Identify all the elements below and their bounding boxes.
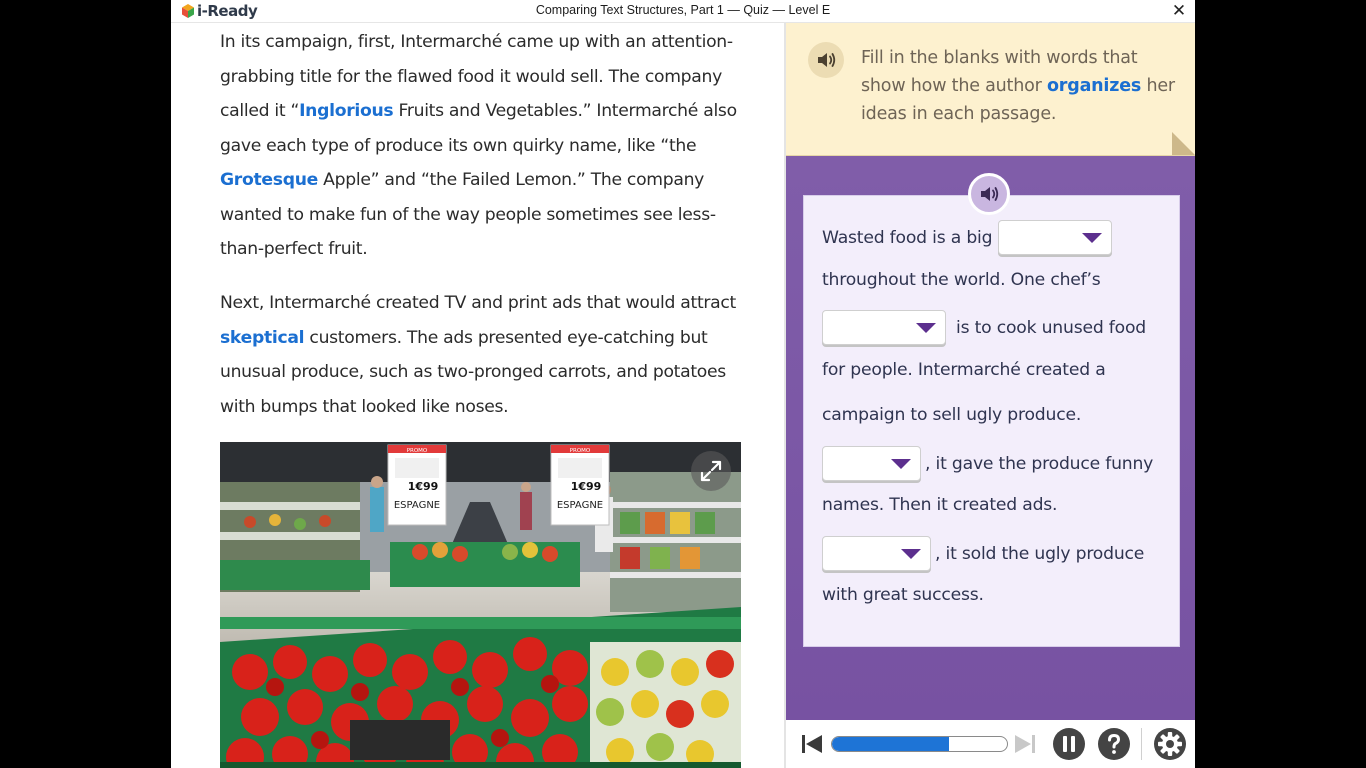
sign-promo-text: PROMO bbox=[570, 448, 591, 454]
expand-image-button[interactable] bbox=[691, 451, 731, 491]
passage-text: Next, Intermarché created TV and print a… bbox=[220, 293, 736, 313]
skip-back-icon bbox=[802, 735, 822, 753]
chevron-down-icon bbox=[1082, 233, 1103, 243]
pause-icon bbox=[1053, 728, 1085, 760]
close-button[interactable]: ✕ bbox=[1169, 0, 1189, 22]
page-fold bbox=[1172, 132, 1195, 155]
question-line-1: Wasted food is a big bbox=[822, 220, 1113, 255]
question-line-9: with great success. bbox=[822, 585, 984, 605]
blank-dropdown-2[interactable] bbox=[822, 310, 946, 345]
produce-photo: PROMO 1€99 ESPAGNE PROMO 1€99 ESPAGNE bbox=[220, 442, 741, 768]
settings-button[interactable] bbox=[1153, 727, 1187, 765]
title-bar: i-Ready Comparing Text Structures, Part … bbox=[171, 0, 1195, 23]
glossary-word-skeptical[interactable]: skeptical bbox=[220, 328, 305, 348]
glossary-word-inglorious[interactable]: Inglorious bbox=[299, 101, 394, 121]
progress-bar bbox=[831, 736, 1008, 752]
passage-paragraph-1: In its campaign, first, Intermarché came… bbox=[220, 25, 750, 267]
question-line-2: throughout the world. One chef’s bbox=[822, 270, 1101, 290]
progress-fill bbox=[832, 737, 950, 751]
speaker-icon bbox=[818, 53, 836, 67]
chevron-down-icon bbox=[891, 459, 911, 469]
question-line-3: is to cook unused food bbox=[822, 310, 1146, 345]
price-sign-left: PROMO 1€99 ESPAGNE bbox=[387, 444, 447, 526]
skip-forward-icon bbox=[1015, 735, 1035, 753]
sign-price-text: 1€99 bbox=[571, 480, 602, 493]
gear-icon bbox=[1154, 728, 1186, 760]
sign-promo-text: PROMO bbox=[407, 448, 428, 454]
glossary-word-grotesque[interactable]: Grotesque bbox=[220, 170, 318, 190]
instruction-note: Fill in the blanks with words that show … bbox=[786, 23, 1195, 156]
blank-dropdown-1[interactable] bbox=[998, 220, 1113, 255]
glossary-word-organizes[interactable]: organizes bbox=[1047, 76, 1141, 96]
chevron-down-icon bbox=[901, 549, 921, 559]
question-card: Wasted food is a big throughout the worl… bbox=[803, 195, 1180, 647]
sign-origin-text: ESPAGNE bbox=[557, 500, 603, 511]
window-title: Comparing Text Structures, Part 1 — Quiz… bbox=[535, 3, 831, 17]
toolbar-separator bbox=[1141, 728, 1142, 760]
question-text: is to cook unused food bbox=[956, 317, 1146, 338]
question-line-8: , it sold the ugly produce bbox=[822, 536, 1144, 571]
sign-origin-text: ESPAGNE bbox=[394, 500, 440, 511]
instruction-text: Fill in the blanks with words that show … bbox=[861, 44, 1181, 128]
skip-back-button[interactable] bbox=[800, 732, 824, 760]
passage-paragraph-2: Next, Intermarché created TV and print a… bbox=[220, 286, 750, 424]
question-text: for people. Intermarché created a bbox=[822, 360, 1106, 380]
blank-dropdown-3[interactable] bbox=[822, 446, 921, 481]
question-line-6: , it gave the produce funny bbox=[822, 446, 1153, 481]
help-button[interactable] bbox=[1097, 727, 1131, 765]
question-text: Wasted food is a big bbox=[822, 227, 993, 248]
question-line-4: for people. Intermarché created a bbox=[822, 360, 1106, 380]
instruction-audio-button[interactable] bbox=[808, 42, 844, 78]
sign-price-text: 1€99 bbox=[408, 480, 439, 493]
speaker-icon bbox=[981, 187, 999, 201]
question-text: names. Then it created ads. bbox=[822, 495, 1058, 515]
blank-dropdown-4[interactable] bbox=[822, 536, 931, 571]
question-text: throughout the world. One chef’s bbox=[822, 270, 1101, 290]
question-panel: Fill in the blanks with words that show … bbox=[786, 23, 1195, 720]
help-icon bbox=[1098, 728, 1130, 760]
question-line-7: names. Then it created ads. bbox=[822, 495, 1058, 515]
question-text: , it gave the produce funny bbox=[925, 453, 1154, 474]
question-text: campaign to sell ugly produce. bbox=[822, 405, 1082, 425]
price-sign-right: PROMO 1€99 ESPAGNE bbox=[550, 444, 610, 526]
question-text: with great success. bbox=[822, 585, 984, 605]
chevron-down-icon bbox=[916, 323, 936, 333]
reading-pane[interactable]: In its campaign, first, Intermarché came… bbox=[171, 23, 785, 768]
expand-icon bbox=[700, 460, 722, 482]
pause-button[interactable] bbox=[1052, 727, 1086, 765]
bottom-control-bar bbox=[786, 720, 1195, 768]
grocery-store-image: PROMO 1€99 ESPAGNE PROMO 1€99 ESPAGNE bbox=[220, 442, 741, 768]
question-text: , it sold the ugly produce bbox=[935, 543, 1145, 564]
question-audio-button[interactable] bbox=[968, 173, 1010, 215]
skip-forward-button[interactable] bbox=[1013, 732, 1037, 760]
question-line-5: campaign to sell ugly produce. bbox=[822, 405, 1081, 425]
